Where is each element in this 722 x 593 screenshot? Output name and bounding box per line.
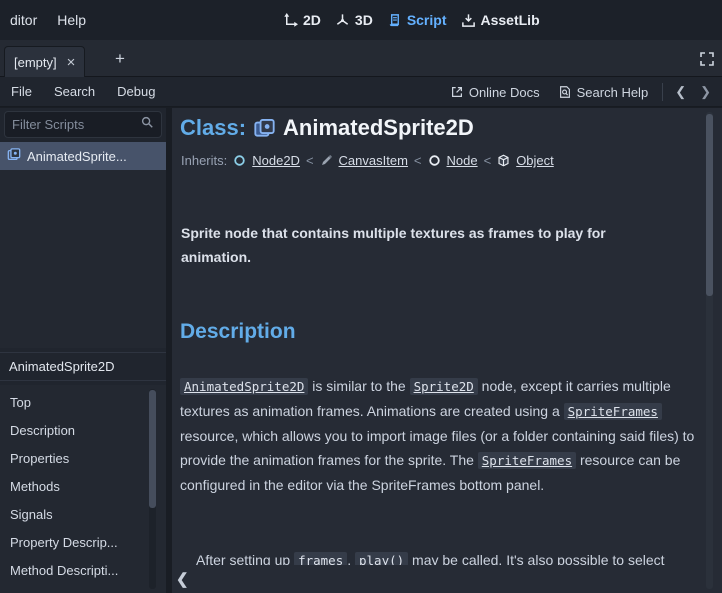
script-tab-empty[interactable]: [empty] × bbox=[4, 46, 85, 77]
section-item-description[interactable]: Description bbox=[0, 416, 166, 444]
inherits-separator: < bbox=[414, 153, 422, 168]
godot-editor-window: ditor Help 2D 3D Script bbox=[0, 0, 722, 593]
class-reference-panel: Class: AnimatedSprite2D Inherits: Node2D… bbox=[172, 108, 722, 593]
3d-icon bbox=[335, 13, 350, 28]
inherits-separator: < bbox=[306, 153, 314, 168]
search-doc-icon bbox=[558, 85, 572, 99]
node-icon bbox=[428, 154, 441, 167]
filter-scripts-field bbox=[4, 111, 162, 138]
inherits-separator: < bbox=[484, 153, 492, 168]
section-item-top[interactable]: Top bbox=[0, 388, 166, 416]
script-editor-menubar: File Search Debug Online Docs Search Hel… bbox=[0, 77, 722, 107]
distraction-free-icon[interactable] bbox=[699, 51, 715, 67]
help-sections-list: Top Description Properties Methods Signa… bbox=[0, 385, 166, 593]
code-ref-spriteframes[interactable]: SpriteFrames bbox=[564, 403, 662, 420]
online-docs-button[interactable]: Online Docs bbox=[441, 82, 549, 103]
menu-file[interactable]: File bbox=[0, 80, 43, 103]
menu-debug[interactable]: Debug bbox=[106, 80, 166, 103]
scripts-sidebar: AnimatedSprite... AnimatedSprite2D Top D… bbox=[0, 108, 166, 593]
workspace-script-label: Script bbox=[407, 12, 447, 28]
external-link-icon bbox=[450, 85, 464, 99]
help-class-root-item[interactable]: AnimatedSprite2D bbox=[0, 352, 166, 381]
code-ref-sprite2d[interactable]: Sprite2D bbox=[410, 378, 478, 395]
script-list-item-label: AnimatedSprite... bbox=[27, 149, 127, 164]
menu-editor[interactable]: ditor bbox=[0, 8, 47, 32]
tab-label: [empty] bbox=[14, 55, 57, 70]
brief-description: Sprite node that contains multiple textu… bbox=[181, 221, 643, 269]
search-help-button[interactable]: Search Help bbox=[549, 82, 658, 103]
node2d-icon bbox=[233, 154, 246, 167]
workspace-script-button[interactable]: Script bbox=[387, 12, 447, 28]
search-help-label: Search Help bbox=[577, 85, 649, 100]
inherits-link-node[interactable]: Node bbox=[447, 153, 478, 168]
inherits-label: Inherits: bbox=[181, 153, 227, 168]
class-label: Class: bbox=[180, 115, 246, 141]
section-item-method-descriptions[interactable]: Method Descripti... bbox=[0, 556, 166, 584]
inherits-row: Inherits: Node2D < CanvasItem < Node < O… bbox=[181, 153, 554, 168]
inherits-link-object[interactable]: Object bbox=[516, 153, 554, 168]
workspace-3d-button[interactable]: 3D bbox=[335, 12, 373, 28]
doc-bottom-bar: ❮ bbox=[172, 565, 702, 593]
scripts-list: AnimatedSprite... bbox=[0, 142, 166, 348]
sections-scrollbar[interactable] bbox=[149, 389, 156, 589]
menu-search[interactable]: Search bbox=[43, 80, 106, 103]
history-forward-button[interactable]: ❯ bbox=[693, 84, 718, 100]
assetlib-icon bbox=[461, 13, 476, 28]
2d-icon bbox=[283, 13, 298, 28]
script-icon bbox=[387, 13, 402, 28]
workspace-assetlib-button[interactable]: AssetLib bbox=[461, 12, 540, 28]
animatedsprite2d-class-icon bbox=[254, 118, 275, 139]
animatedsprite2d-icon bbox=[7, 148, 21, 165]
menu-help[interactable]: Help bbox=[47, 8, 96, 32]
new-tab-button[interactable]: + bbox=[110, 47, 130, 71]
workspace-switcher: 2D 3D Script AssetLib bbox=[283, 0, 540, 40]
doc-scrollbar-thumb[interactable] bbox=[706, 114, 713, 296]
help-class-root-label: AnimatedSprite2D bbox=[9, 359, 115, 374]
workspace-3d-label: 3D bbox=[355, 12, 373, 28]
script-list-item-animatedsprite[interactable]: AnimatedSprite... bbox=[0, 142, 166, 170]
section-item-methods[interactable]: Methods bbox=[0, 472, 166, 500]
workspace-2d-label: 2D bbox=[303, 12, 321, 28]
inherits-link-canvasitem[interactable]: CanvasItem bbox=[339, 153, 408, 168]
canvasitem-icon bbox=[320, 154, 333, 167]
paragraph-text: is similar to the bbox=[308, 378, 409, 394]
filter-scripts-input[interactable] bbox=[5, 117, 140, 132]
top-menu-bar: ditor Help 2D 3D Script bbox=[0, 0, 722, 40]
description-heading: Description bbox=[180, 320, 296, 344]
workspace-2d-button[interactable]: 2D bbox=[283, 12, 321, 28]
toolbar-separator bbox=[662, 83, 663, 101]
history-back-button[interactable]: ❮ bbox=[668, 84, 693, 100]
code-ref-animatedsprite2d[interactable]: AnimatedSprite2D bbox=[180, 378, 308, 395]
inherits-link-node2d[interactable]: Node2D bbox=[252, 153, 300, 168]
section-item-properties[interactable]: Properties bbox=[0, 444, 166, 472]
help-toolbar: Online Docs Search Help ❮ ❯ bbox=[441, 77, 722, 107]
class-name: AnimatedSprite2D bbox=[283, 115, 474, 141]
tab-close-icon[interactable]: × bbox=[67, 55, 76, 70]
section-item-signals[interactable]: Signals bbox=[0, 500, 166, 528]
description-paragraph: AnimatedSprite2D is similar to the Sprit… bbox=[180, 374, 702, 497]
section-item-property-descriptions[interactable]: Property Descrip... bbox=[0, 528, 166, 556]
doc-scrollbar[interactable] bbox=[706, 112, 713, 589]
script-tab-bar: [empty] × + bbox=[0, 40, 722, 77]
code-ref-spriteframes[interactable]: SpriteFrames bbox=[478, 452, 576, 469]
sections-scrollbar-thumb[interactable] bbox=[149, 390, 156, 508]
search-icon bbox=[140, 115, 161, 134]
object-icon bbox=[497, 154, 510, 167]
class-title: Class: AnimatedSprite2D bbox=[180, 115, 474, 141]
workspace-assetlib-label: AssetLib bbox=[481, 12, 540, 28]
collapse-sidebar-icon[interactable]: ❮ bbox=[172, 570, 193, 588]
online-docs-label: Online Docs bbox=[469, 85, 540, 100]
